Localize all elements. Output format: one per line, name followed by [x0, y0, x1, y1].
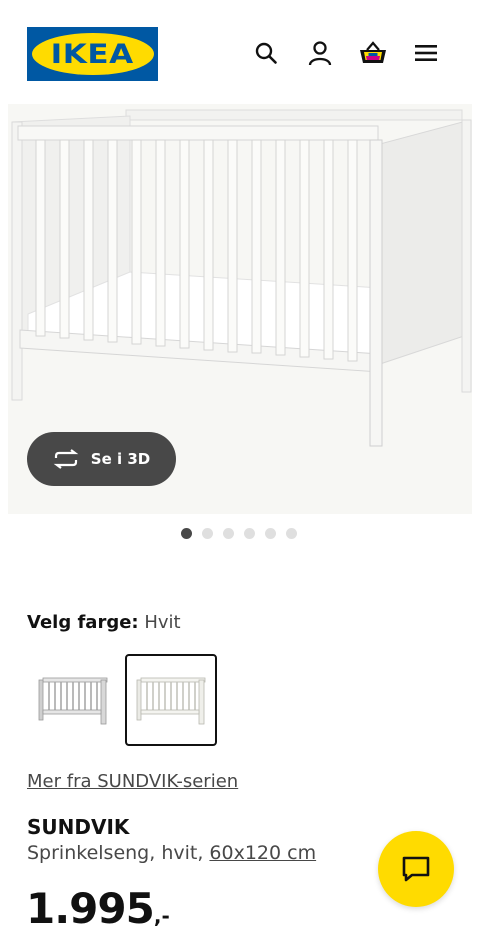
price-suffix: ,- [153, 904, 170, 928]
chat-button[interactable] [378, 831, 454, 907]
user-icon[interactable] [305, 38, 335, 68]
header: IKEA [0, 0, 480, 100]
product-price: 1.995,- [26, 884, 170, 932]
ikea-logo[interactable]: IKEA [27, 27, 158, 81]
product-description: Sprinkelseng, hvit, 60x120 cm [27, 842, 316, 864]
carousel-dot[interactable] [223, 528, 234, 539]
carousel-dot[interactable] [244, 528, 255, 539]
carousel-dot[interactable] [265, 528, 276, 539]
logo-ellipse: IKEA [31, 33, 154, 75]
rotate-3d-icon [53, 449, 79, 469]
carousel-dot[interactable] [181, 528, 192, 539]
color-label: Velg farge: Hvit [27, 612, 181, 633]
color-label-prefix: Velg farge: [27, 612, 139, 633]
basket-icon[interactable] [358, 38, 388, 68]
menu-icon[interactable] [411, 38, 441, 68]
product-type: Sprinkelseng, hvit, [27, 842, 204, 864]
color-value: Hvit [144, 612, 181, 633]
color-swatch-white[interactable] [125, 654, 217, 746]
carousel-indicator [181, 528, 297, 539]
chat-icon [402, 856, 430, 882]
product-name: SUNDVIK [27, 815, 130, 839]
price-main: 1.995 [26, 884, 155, 932]
color-swatch-grey[interactable] [27, 654, 119, 746]
view-3d-button[interactable]: Se i 3D [27, 432, 176, 486]
product-size-link[interactable]: 60x120 cm [209, 842, 316, 864]
carousel-dot[interactable] [202, 528, 213, 539]
carousel-dot[interactable] [286, 528, 297, 539]
view-3d-label: Se i 3D [90, 450, 151, 468]
search-icon[interactable] [251, 38, 281, 68]
logo-text: IKEA [50, 38, 135, 70]
series-link[interactable]: Mer fra SUNDVIK-serien [27, 771, 238, 792]
